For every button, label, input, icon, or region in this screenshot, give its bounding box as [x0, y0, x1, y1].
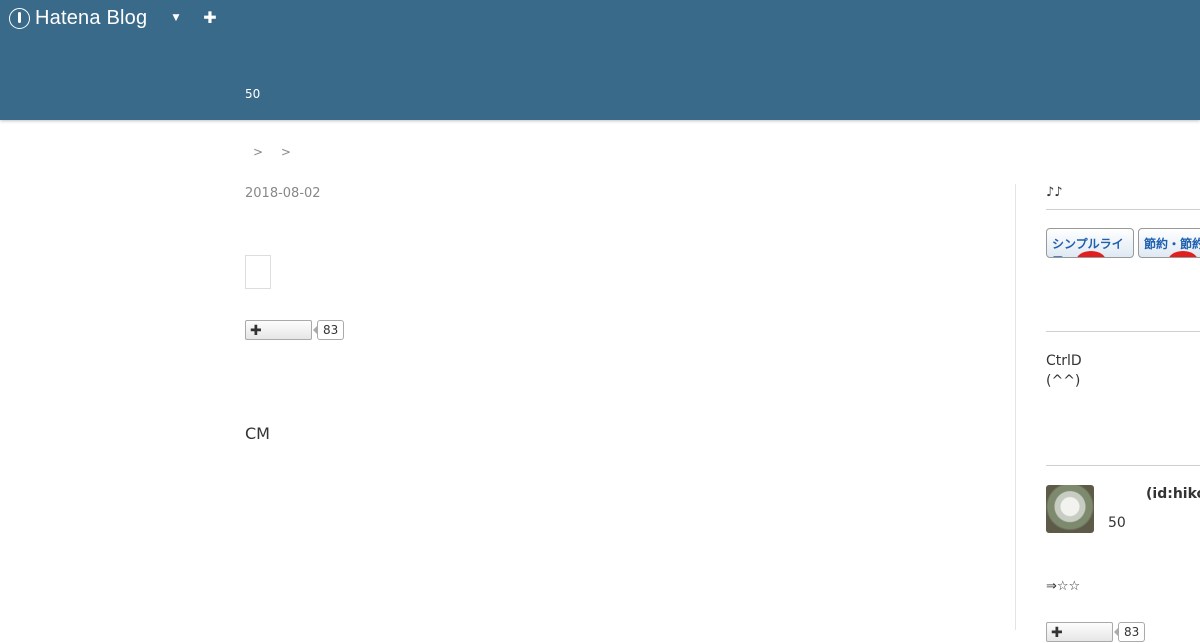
blog-village-banner-setsuyaku[interactable]: 節約・節約	[1138, 228, 1200, 258]
sidebar-module-title: ♪♪	[1046, 185, 1063, 200]
blog-description: 50	[245, 87, 261, 101]
sidebar-tip-line-2: (^^)	[1046, 373, 1081, 389]
entry-image-placeholder	[245, 255, 271, 289]
add-icon[interactable]: ✚	[202, 9, 218, 27]
bookmark-count[interactable]: 83	[312, 320, 345, 340]
blog-village-banner-simplelife[interactable]: シンプルライフ	[1046, 228, 1134, 258]
banner-label: 節約・節約	[1144, 237, 1200, 251]
profile-id[interactable]: (id:hiko	[1146, 486, 1200, 502]
sidebar-bookmark-widget: ✚ 83	[1046, 622, 1146, 642]
bookmark-count[interactable]: 83	[1113, 622, 1146, 642]
blog-header: Hatena Blog ▼ ✚ 50	[0, 0, 1200, 120]
banner-emblem-icon	[1076, 251, 1106, 257]
hatena-blog-logo[interactable]: Hatena Blog	[9, 7, 147, 30]
logo-text: Hatena Blog	[35, 7, 148, 29]
sidebar-arrow-text: ⇒☆☆	[1046, 579, 1081, 594]
entry-body-text: CM	[245, 424, 270, 443]
entry-date[interactable]: 2018-08-02	[245, 186, 321, 201]
sidebar-tip-line-1: CtrlD	[1046, 353, 1082, 369]
breadcrumb-separator: >	[253, 145, 264, 159]
breadcrumb-separator: >	[280, 145, 291, 159]
sidebar-divider	[1015, 184, 1016, 630]
profile-avatar[interactable]	[1046, 485, 1094, 533]
sidebar-rule	[1046, 209, 1200, 210]
menu-dropdown-icon[interactable]: ▼	[170, 11, 182, 25]
profile-number: 50	[1108, 515, 1126, 531]
global-header-bar: Hatena Blog ▼ ✚	[0, 0, 1200, 38]
plus-icon: ✚	[1051, 625, 1063, 641]
sidebar-rule	[1046, 331, 1200, 332]
hatena-bookmark-widget: ✚ 83	[245, 320, 345, 340]
breadcrumb: > >	[253, 145, 305, 159]
sidebar-rule	[1046, 465, 1200, 466]
plus-icon: ✚	[250, 323, 262, 339]
add-bookmark-button[interactable]: ✚	[245, 320, 312, 340]
add-bookmark-button[interactable]: ✚	[1046, 622, 1113, 642]
hatena-logo-icon	[9, 8, 30, 29]
banner-emblem-icon	[1168, 251, 1198, 257]
